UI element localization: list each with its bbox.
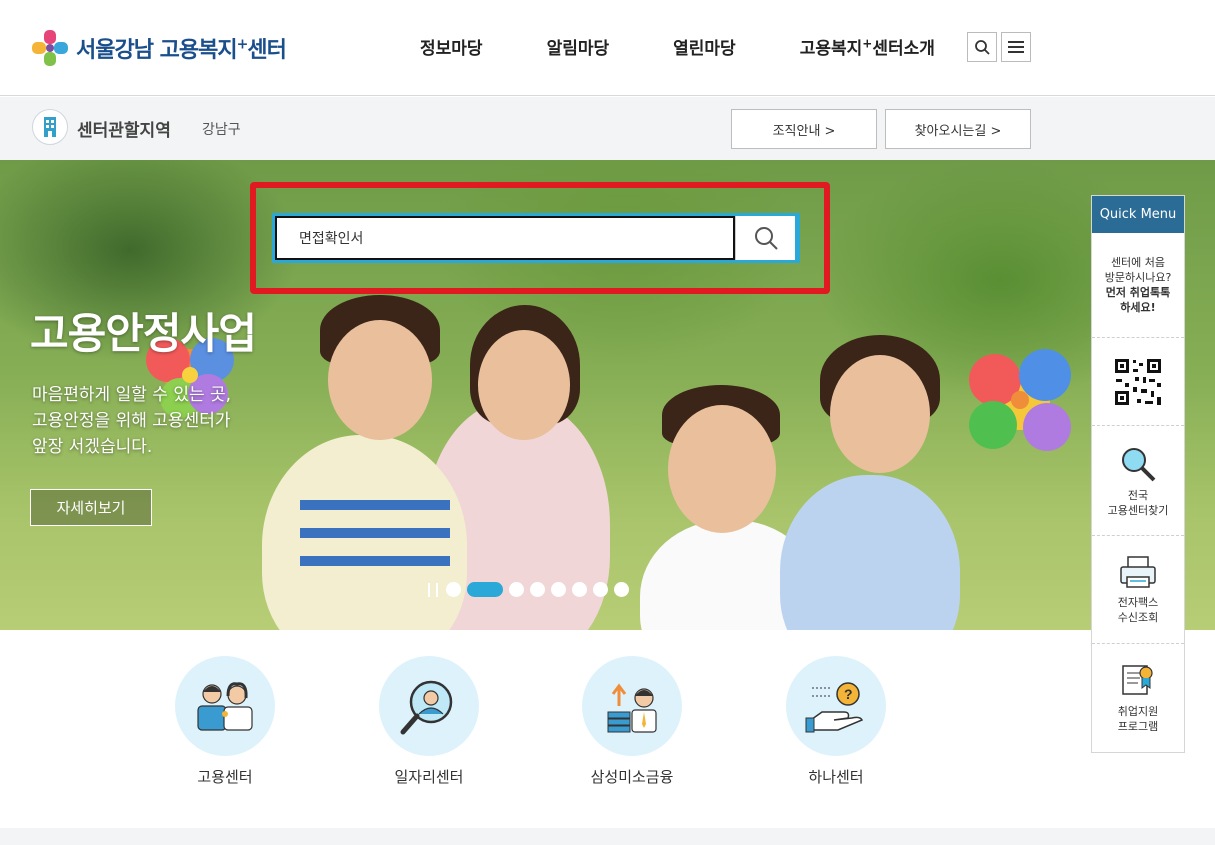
org-guide-button[interactable]: 조직안내 > [731,109,877,149]
service-label: 하나센터 [808,768,864,786]
building-icon [32,109,68,145]
slide-dot[interactable] [572,582,587,597]
quick-item-label: 고용센터찾기 [1107,503,1169,517]
header-menu-button[interactable] [1001,32,1031,62]
slide-dot[interactable] [551,582,566,597]
search-submit-button[interactable] [735,216,795,260]
slider-pagination [428,582,635,597]
slide-dot[interactable] [530,582,545,597]
logo-cross-icon [30,28,70,68]
quick-intro-line: 센터에 처음 [1110,256,1166,269]
fax-icon [1120,555,1156,588]
quick-item-find-center[interactable]: 전국 고용센터찾기 [1092,426,1184,536]
service-label: 삼성미소금융 [590,768,674,786]
quick-intro-strong: 먼저 취업톡톡 [1105,286,1171,299]
service-label: 일자리센터 [394,768,464,786]
qr-code-icon [1113,356,1163,407]
nav-open-forum[interactable]: 열린마당 [673,34,736,59]
hero-search-bar [272,213,800,263]
people-icon [175,656,275,756]
quick-item-label: 취업지원 [1117,705,1159,718]
header-search-button[interactable] [967,32,997,62]
hamburger-icon [1008,41,1024,53]
job-search-icon [379,656,479,756]
directions-button[interactable]: 찾아오시는길 > [885,109,1031,149]
site-header: 서울강남 고용복지+센터 정보마당 알림마당 열린마당 고용복지+센터소개 [0,0,1215,96]
region-name: 강남구 [202,122,241,138]
slide-dot[interactable] [509,582,524,597]
slide-dot[interactable] [614,582,629,597]
quick-intro-line: 방문하시나요? [1104,271,1172,284]
site-logo[interactable]: 서울강남 고용복지+센터 [30,28,287,68]
service-label: 고용센터 [197,768,253,786]
quick-intro[interactable]: 센터에 처음 방문하시나요? 먼저 취업톡톡 하세요! [1092,233,1184,338]
footer-strip [0,828,1215,845]
svg-text:?: ? [844,686,853,702]
hero-desc-line: 앞장 서겠습니다. [32,437,153,457]
certificate-icon [1122,665,1153,695]
slide-dot-active[interactable] [467,582,503,597]
quick-item-fax[interactable]: 전자팩스 수신조회 [1092,536,1184,644]
service-employment-center[interactable]: 고용센터 [175,656,275,786]
finance-icon [582,656,682,756]
nav-info[interactable]: 정보마당 [420,34,483,59]
nav-notice[interactable]: 알림마당 [547,34,610,59]
region-title: 센터관할지역 [77,121,171,141]
quick-menu: Quick Menu 센터에 처음 방문하시나요? 먼저 취업톡톡 하세요! 전… [1091,195,1185,753]
search-icon [975,40,990,55]
quick-item-program[interactable]: 취업지원 프로그램 [1092,644,1184,752]
quick-item-qr[interactable] [1092,338,1184,426]
search-icon [754,227,778,250]
hero-title: 고용안정사업 [30,309,257,358]
quick-menu-title: Quick Menu [1092,196,1184,233]
help-hand-icon: ? [786,656,886,756]
hero-description: 마음편하게 일할 수 있는 곳, 고용안정을 위해 고용센터가 앞장 서겠습니다… [32,382,231,460]
service-job-center[interactable]: 일자리센터 [379,656,479,786]
hero-desc-line: 고용안정을 위해 고용센터가 [32,411,231,431]
main-nav: 정보마당 알림마당 열린마당 고용복지+센터소개 [420,34,935,59]
nav-about[interactable]: 고용복지+센터소개 [800,34,935,59]
service-samsung-microfinance[interactable]: 삼성미소금융 [582,656,682,786]
pause-icon[interactable] [428,582,438,597]
quick-item-label: 전국 [1127,488,1149,502]
hero-desc-line: 마음편하게 일할 수 있는 곳, [32,385,232,405]
region-bar: 센터관할지역 강남구 조직안내 > 찾아오시는길 > [0,97,1215,160]
hero-more-button[interactable]: 자세히보기 [30,489,152,526]
slide-dot[interactable] [593,582,608,597]
quick-item-label: 프로그램 [1117,720,1159,733]
quick-item-label: 수신조회 [1117,610,1159,624]
magnifier-icon [1122,447,1156,481]
service-hana-center[interactable]: ? 하나센터 [786,656,886,786]
slide-dot[interactable] [446,582,461,597]
quick-item-label: 전자팩스 [1117,595,1159,609]
logo-text: 서울강남 고용복지+센터 [76,36,287,63]
search-input[interactable] [275,216,735,260]
quick-intro-strong: 하세요! [1120,301,1156,314]
